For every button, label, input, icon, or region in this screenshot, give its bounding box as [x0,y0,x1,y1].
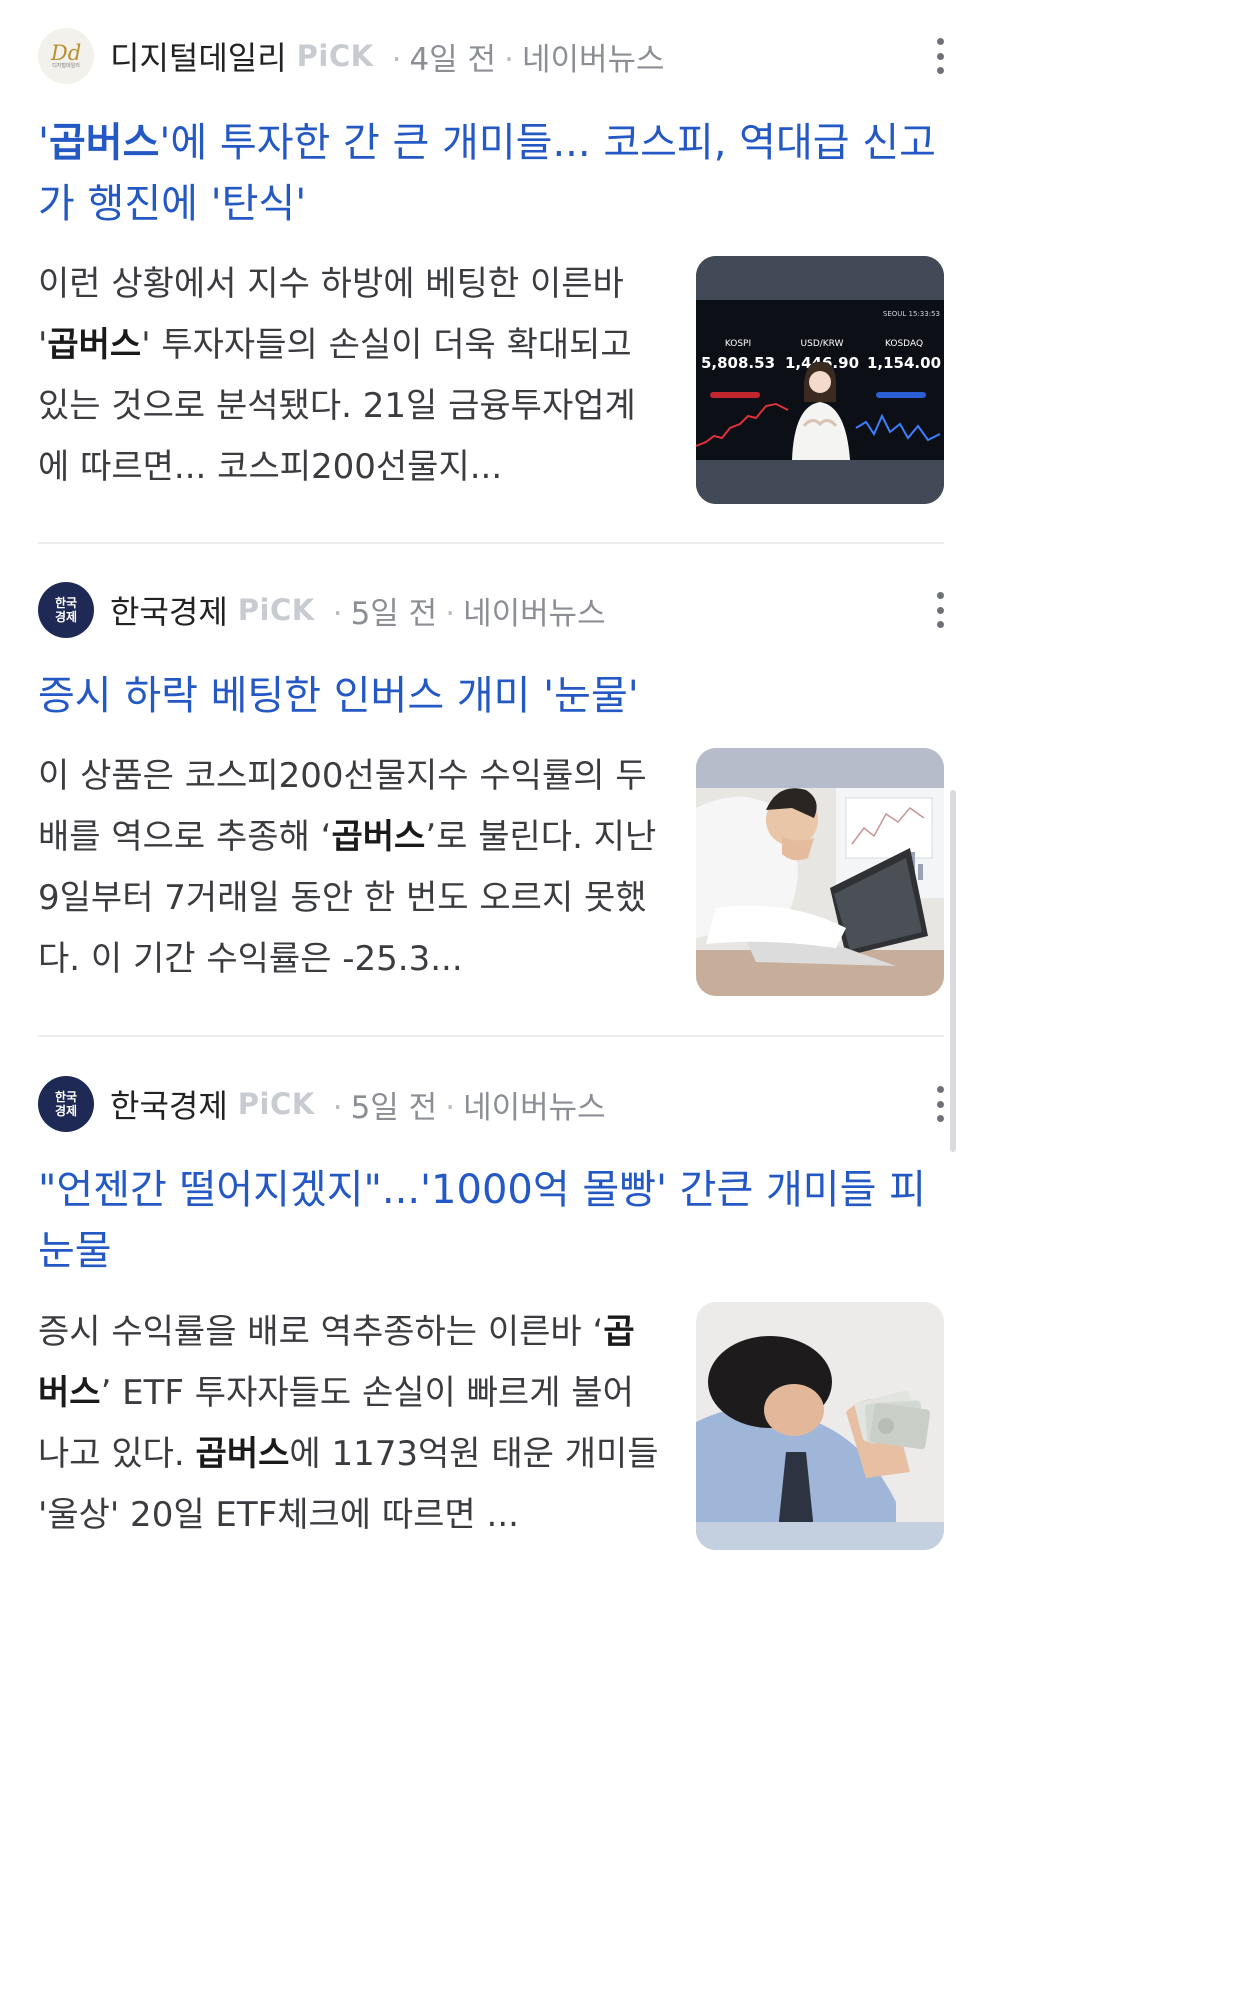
article-meta: · 5일 전 · 네이버뉴스 [325,588,606,633]
pick-badge: PiCK [296,39,374,73]
scrollbar[interactable] [950,790,956,1152]
timestamp: 5일 전 [350,1089,438,1126]
separator-dot: · [391,41,402,78]
platform-name: 네이버뉴스 [463,1089,606,1126]
article-thumbnail[interactable] [696,748,944,996]
source-row[interactable]: Dd 디지털데일리 디지털데일리 PiCK · 4일 전 · 네이버뉴스 [38,28,918,84]
article-headline[interactable]: '곱버스'에 투자한 간 큰 개미들... 코스피, 역대급 신고가 행진에 '… [38,113,948,235]
more-options-icon[interactable] [926,34,954,78]
platform-name: 네이버뉴스 [521,41,665,78]
board-clock: SEOUL 15:33:53 [883,310,940,318]
separator-dot: · [445,595,456,632]
separator-dot: · [332,595,343,632]
ticker-label: USD/KRW [801,339,844,349]
ticker-value: 5,808.53 [701,354,775,372]
article-summary[interactable]: 증시 수익률을 배로 역추종하는 이른바 ‘곱버스’ ETF 투자자들도 손실이… [38,1302,662,1546]
article-meta: · 5일 전 · 네이버뉴스 [325,1082,606,1127]
digitaldaily-logo: Dd 디지털데일리 [38,28,94,84]
highlight-keyword: 곱버스 [195,1434,290,1474]
source-name[interactable]: 한국경제 [110,1081,228,1127]
more-options-icon[interactable] [926,588,954,632]
pick-badge: PiCK [237,593,315,627]
article-thumbnail[interactable] [696,1302,944,1550]
card-divider [38,1035,944,1037]
hankyung-logo: 한국 경제 [38,582,94,638]
separator-dot: · [332,1089,343,1126]
highlight-keyword: 곱버스 [49,120,160,166]
article-headline[interactable]: "언젠간 떨어지겠지"...'1000억 몰빵' 간큰 개미들 피눈물 [38,1160,948,1282]
card-divider [38,542,944,544]
ticker-label: KOSPI [725,339,751,349]
separator-dot: · [445,1089,456,1126]
highlight-keyword: 곱버스 [47,325,142,365]
article-summary[interactable]: 이 상품은 코스피200선물지수 수익률의 두 배를 역으로 추종해 ‘곱버스’… [38,746,662,990]
source-row[interactable]: 한국 경제 한국경제 PiCK · 5일 전 · 네이버뉴스 [38,582,918,638]
source-name[interactable]: 디지털데일리 [110,33,287,79]
timestamp: 5일 전 [350,595,438,632]
article-thumbnail[interactable]: SEOUL 15:33:53 KOSPI USD/KRW KOSDAQ 5,80… [696,256,944,504]
logo-subtitle: 디지털데일리 [52,62,80,69]
highlight-keyword: 곱버스 [331,817,426,857]
article-summary[interactable]: 이런 상황에서 지수 하방에 베팅한 이른바 '곱버스' 투자자들의 손실이 더… [38,254,662,498]
ticker-value: 1,154.00 [867,354,941,372]
pick-badge: PiCK [237,1087,315,1121]
article-meta: · 4일 전 · 네이버뉴스 [384,34,665,79]
logo-mark: Dd [50,40,82,65]
source-row[interactable]: 한국 경제 한국경제 PiCK · 5일 전 · 네이버뉴스 [38,1076,918,1132]
ticker-label: KOSDAQ [885,339,923,349]
platform-name: 네이버뉴스 [463,595,606,632]
article-headline[interactable]: 증시 하락 베팅한 인버스 개미 '눈물' [38,666,948,727]
hankyung-logo: 한국 경제 [38,1076,94,1132]
source-name[interactable]: 한국경제 [110,587,228,633]
timestamp: 4일 전 [409,41,497,78]
separator-dot: · [504,41,514,78]
